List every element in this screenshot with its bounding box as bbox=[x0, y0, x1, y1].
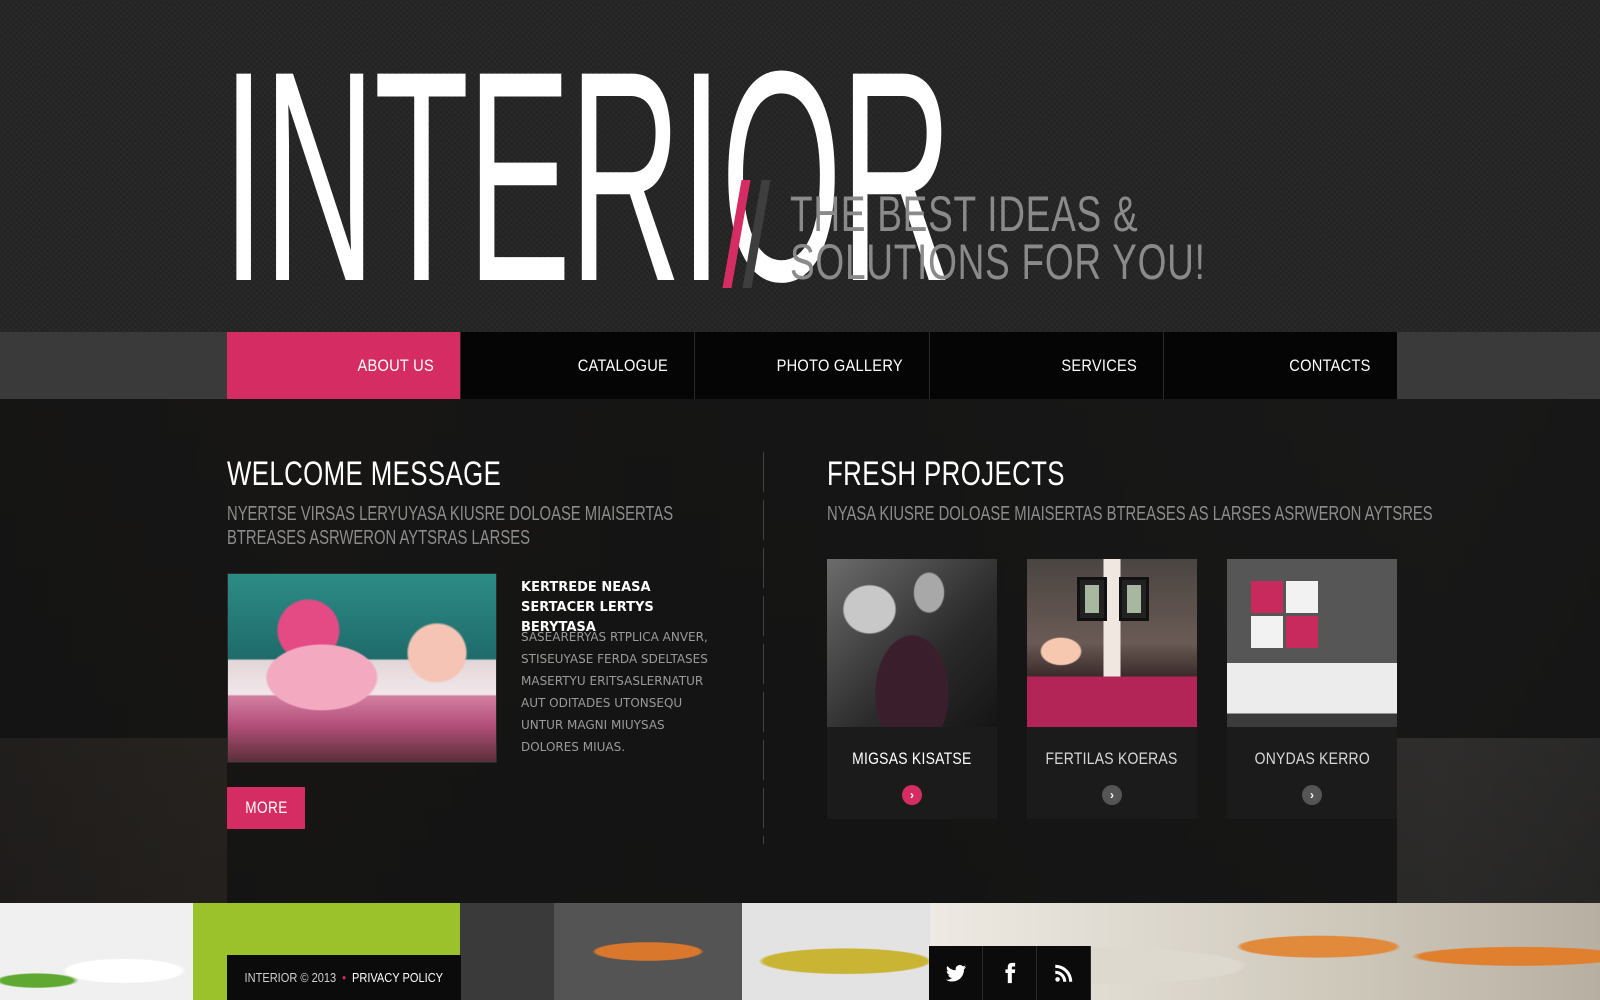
rss-icon[interactable] bbox=[1037, 946, 1091, 1000]
main-nav: ABOUT US CATALOGUE PHOTO GALLERY SERVICE… bbox=[227, 332, 1397, 399]
tagline-line-2: SOLUTIONS FOR YOU! bbox=[790, 234, 1206, 290]
copyright-bar: INTERIOR © 2013 • PRIVACY POLICY bbox=[227, 955, 461, 1000]
welcome-item-text: SASEARERYAS RTPLICA ANVER, STISEUYASE FE… bbox=[521, 630, 708, 754]
welcome-image bbox=[227, 573, 497, 763]
project-card[interactable]: FERTILAS KOERAS › bbox=[1027, 559, 1197, 819]
nav-item-photo-gallery[interactable]: PHOTO GALLERY bbox=[694, 332, 928, 399]
chevron-right-icon[interactable]: › bbox=[1302, 785, 1322, 805]
nav-label: ABOUT US bbox=[357, 355, 435, 375]
welcome-title: WELCOME MESSAGE bbox=[227, 455, 502, 493]
copyright-text: INTERIOR © 2013 bbox=[244, 970, 337, 985]
projects-grid: MIGSAS KISATSE › FERTILAS KOERAS › ONYDA… bbox=[827, 559, 1397, 819]
project-name[interactable]: FERTILAS KOERAS bbox=[1027, 749, 1197, 769]
decor-square bbox=[1251, 581, 1283, 613]
project-card[interactable]: MIGSAS KISATSE › bbox=[827, 559, 997, 819]
more-button[interactable]: MORE bbox=[227, 787, 305, 829]
social-links bbox=[929, 946, 1091, 1000]
tagline-line-1: THE BEST IDEAS & bbox=[790, 186, 1139, 242]
nav-label: SERVICES bbox=[1061, 355, 1137, 375]
separator-dot: • bbox=[342, 970, 347, 985]
decor-square bbox=[1251, 616, 1283, 648]
tagline: THE BEST IDEAS & SOLUTIONS FOR YOU! bbox=[790, 186, 1206, 290]
nav-item-about-us[interactable]: ABOUT US bbox=[227, 332, 461, 399]
nav-label: CATALOGUE bbox=[578, 355, 669, 375]
project-thumbnail[interactable] bbox=[1227, 559, 1397, 727]
nav-item-contacts[interactable]: CONTACTS bbox=[1162, 332, 1397, 399]
decor-square bbox=[1286, 581, 1318, 613]
chevron-right-icon[interactable]: › bbox=[1102, 785, 1122, 805]
copyright-inner: INTERIOR © 2013 • PRIVACY POLICY bbox=[245, 970, 444, 985]
header: INTERIOR THE BEST IDEAS & SOLUTIONS FOR … bbox=[0, 0, 1600, 332]
welcome-subtitle: NYERTSE VIRSAS LERYUYASA KIUSRE DOLOASE … bbox=[227, 503, 674, 549]
project-name[interactable]: MIGSAS KISATSE bbox=[827, 749, 997, 769]
picture-frame bbox=[1119, 577, 1149, 621]
nav-label: CONTACTS bbox=[1289, 355, 1372, 375]
projects-title: FRESH PROJECTS bbox=[827, 455, 1065, 493]
privacy-policy-link[interactable]: PRIVACY POLICY bbox=[352, 970, 443, 985]
decor-square bbox=[1286, 616, 1318, 648]
projects-subtitle: NYASA KIUSRE DOLOASE MIAISERTAS BTREASES… bbox=[827, 503, 1433, 525]
project-thumbnail[interactable] bbox=[1027, 559, 1197, 727]
facebook-icon[interactable] bbox=[983, 946, 1037, 1000]
project-card[interactable]: ONYDAS KERRO › bbox=[1227, 559, 1397, 819]
footer-photo-chairs bbox=[460, 903, 930, 1000]
nav-label: PHOTO GALLERY bbox=[776, 355, 903, 375]
chevron-right-icon[interactable]: › bbox=[902, 785, 922, 805]
nav-item-services[interactable]: SERVICES bbox=[928, 332, 1163, 399]
picture-frame bbox=[1077, 577, 1107, 621]
twitter-icon[interactable] bbox=[929, 946, 983, 1000]
nav-item-catalogue[interactable]: CATALOGUE bbox=[460, 332, 694, 399]
project-thumbnail[interactable] bbox=[827, 559, 997, 727]
column-divider bbox=[763, 452, 764, 844]
project-name[interactable]: ONYDAS KERRO bbox=[1227, 749, 1397, 769]
more-button-label: MORE bbox=[244, 798, 288, 817]
